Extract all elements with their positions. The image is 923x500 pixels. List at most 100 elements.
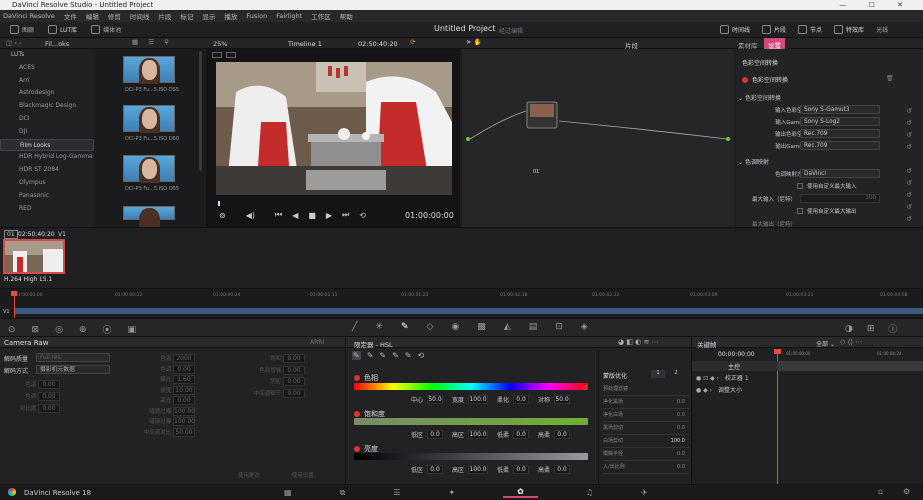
raw-field-value[interactable]: 100.00 bbox=[173, 417, 195, 426]
lut-thumbnail[interactable] bbox=[123, 56, 175, 84]
menu-item[interactable]: 修剪 bbox=[108, 11, 121, 21]
sat-highsoft-field[interactable]: 0.0 bbox=[554, 430, 571, 439]
lut-folder[interactable]: RED bbox=[0, 203, 94, 216]
menu-item[interactable]: DaVinci Resolve bbox=[3, 12, 55, 20]
raw-field-value[interactable]: 0.00 bbox=[283, 388, 305, 398]
hue-bar[interactable] bbox=[354, 383, 588, 390]
section-tone-mapping[interactable]: ⌄ 色调映射 bbox=[738, 157, 769, 166]
3d-icon[interactable]: ◈ bbox=[581, 322, 588, 332]
hue-sym-field[interactable]: 50.0 bbox=[554, 395, 571, 404]
settings-icon[interactable]: ⚙ bbox=[903, 487, 910, 496]
matte-row[interactable]: 预处理滤镜 bbox=[603, 383, 689, 396]
cut-page-icon[interactable]: ⧉ bbox=[340, 488, 346, 498]
hdr-icon[interactable]: ⊕ bbox=[79, 325, 87, 335]
stop-icon[interactable]: ■ bbox=[308, 211, 316, 220]
raw-field-value[interactable]: 0.00 bbox=[38, 392, 60, 401]
camera-raw-icon[interactable]: ⊙ bbox=[8, 325, 16, 335]
reset-icons[interactable]: ↺ ↺ ↺ ↺ ↺ ↺ ↺ ↺ ↺ bbox=[906, 105, 912, 225]
viewer-mode-icon[interactable] bbox=[212, 52, 222, 58]
menu-item[interactable]: 标记 bbox=[180, 11, 193, 21]
raw-field-value[interactable]: 0.00 bbox=[283, 354, 305, 363]
timeline-toggle[interactable]: 时间线 bbox=[720, 25, 750, 34]
lum-lowsoft-field[interactable]: 0.0 bbox=[513, 465, 530, 474]
lum-high-field[interactable]: 100.0 bbox=[468, 465, 489, 474]
zoom-level[interactable]: 25% bbox=[213, 40, 227, 48]
use-settings-button[interactable]: 使用设置 bbox=[292, 473, 314, 479]
scopes-icon[interactable]: ⊞ bbox=[867, 324, 875, 334]
matte-row[interactable]: 净化白场 0.0 bbox=[603, 409, 689, 422]
media-page-icon[interactable]: ▦ bbox=[284, 488, 292, 497]
input-gamma-select[interactable]: Sony S-Log2 bbox=[800, 117, 880, 126]
loop-icon[interactable]: ⟲ bbox=[359, 211, 366, 220]
invert-icon[interactable]: ⟲ bbox=[418, 351, 425, 360]
clip-thumbnail[interactable] bbox=[3, 239, 65, 274]
raw-field-value[interactable]: 10.00 bbox=[173, 385, 195, 395]
reverse-icon[interactable]: ◀ bbox=[292, 211, 298, 220]
decode-quality-select[interactable]: Full res. bbox=[36, 353, 110, 362]
hue-width-field[interactable]: 100.0 bbox=[468, 395, 489, 404]
matte-row[interactable]: 模糊半径 0.0 bbox=[603, 448, 689, 461]
output-dot[interactable] bbox=[726, 137, 730, 141]
lut-thumbnail[interactable] bbox=[123, 155, 175, 183]
qualifier-mode-icons[interactable]: ◕ ◧ ◐ ≋ ⋯ bbox=[618, 338, 659, 346]
raw-field-value[interactable]: 0.00 bbox=[38, 404, 60, 413]
timeline-name[interactable]: Timeline 1 bbox=[288, 40, 322, 48]
lut-folder[interactable]: DJI bbox=[0, 126, 94, 139]
magic-mask-icon[interactable]: ▩ bbox=[477, 322, 486, 332]
skip-start-icon[interactable]: ⏮ bbox=[275, 210, 282, 220]
audio-icon[interactable]: ◀) bbox=[246, 211, 255, 220]
hue-center-field[interactable]: 50.0 bbox=[427, 395, 444, 404]
sat-bar[interactable] bbox=[354, 418, 588, 425]
menu-item[interactable]: 显示 bbox=[202, 11, 215, 21]
section-color-space[interactable]: ⌄ 色彩空间转换 bbox=[738, 93, 781, 102]
tab-settings[interactable]: 设置 bbox=[764, 38, 785, 50]
color-warper-icon[interactable]: ✳ bbox=[375, 322, 383, 332]
menu-item[interactable]: Fairlight bbox=[276, 12, 302, 20]
viewer-mode-icon[interactable] bbox=[226, 52, 236, 58]
lightbox-toggle[interactable]: 光线 bbox=[876, 25, 888, 34]
rgb-mixer-icon[interactable]: ⦿ bbox=[103, 323, 112, 336]
lum-enable-dot[interactable] bbox=[354, 446, 360, 452]
matte-row[interactable]: 净化黑场 0.0 bbox=[603, 396, 689, 409]
color-match-icon[interactable]: ⊠ bbox=[32, 325, 40, 335]
gallery-button[interactable]: 图廊 bbox=[10, 25, 34, 34]
raw-field-value[interactable]: 50.00 bbox=[173, 427, 195, 437]
menu-item[interactable]: 文件 bbox=[64, 11, 77, 21]
blur-icon[interactable]: ◭ bbox=[504, 322, 511, 332]
lut-thumbnail[interactable] bbox=[123, 105, 175, 133]
primaries-icon[interactable]: ◎ bbox=[55, 325, 63, 335]
raw-field-value[interactable]: 100.00 bbox=[173, 406, 195, 416]
clips-toggle[interactable]: 片段 bbox=[762, 25, 786, 34]
lut-folder[interactable]: Panasonic bbox=[0, 190, 94, 203]
input-colorspace-select[interactable]: Sony S-Gamut3 bbox=[800, 105, 880, 114]
view-mode-icons[interactable]: ▦ ☰ ⚲ bbox=[132, 38, 173, 46]
lut-folder[interactable]: Olympus bbox=[0, 177, 94, 190]
lut-folder[interactable]: Astrodesign bbox=[0, 87, 94, 100]
camera-raw-badge[interactable]: ARRI bbox=[310, 339, 324, 346]
info-icon[interactable]: ⓘ bbox=[888, 322, 897, 335]
timeline-playhead[interactable] bbox=[11, 291, 17, 319]
lut-button[interactable]: LUT库 bbox=[48, 25, 77, 34]
pointer-icon[interactable]: ➤ ✋ bbox=[466, 38, 482, 46]
qualifier-reset-icons[interactable]: ↺ ↺ bbox=[582, 371, 588, 441]
lut-folder[interactable]: Arri bbox=[0, 75, 94, 88]
matte-page-2[interactable]: 2 bbox=[669, 370, 683, 378]
max-input-field[interactable]: 100 bbox=[800, 194, 880, 203]
key-icon[interactable]: ▤ bbox=[529, 322, 538, 332]
lut-folder[interactable]: Blackmagic Design bbox=[0, 100, 94, 113]
panel-toggle-icon[interactable]: ◫ ‹ › bbox=[6, 39, 21, 47]
matte-row[interactable]: 黑场剪切 0.0 bbox=[603, 422, 689, 435]
trash-icon[interactable]: 🗑 bbox=[886, 75, 894, 82]
thumbnail-scrollbar[interactable] bbox=[199, 51, 202, 171]
keyframe-nav-icons[interactable]: ◇ ⟨⟩ ⋯ bbox=[840, 338, 862, 346]
window-icon[interactable]: ◇ bbox=[427, 322, 434, 332]
raw-field-value[interactable]: 1.60 bbox=[173, 375, 195, 384]
lut-folder[interactable]: HDR Hybrid Log-Gamma bbox=[0, 151, 94, 164]
play-icon[interactable]: ▶ bbox=[326, 211, 332, 220]
matte-row[interactable]: 白场剪切 100.0 bbox=[603, 435, 689, 448]
kf-track-corrector[interactable]: ● ⊡ ◆ › 校正器 1 bbox=[696, 373, 923, 383]
sync-icon[interactable]: ⟳ bbox=[410, 38, 415, 46]
color-page-icon[interactable]: ✿ bbox=[503, 487, 538, 498]
lut-folder[interactable]: ACES bbox=[0, 62, 94, 75]
picker-icon[interactable]: ✎ bbox=[352, 351, 361, 360]
